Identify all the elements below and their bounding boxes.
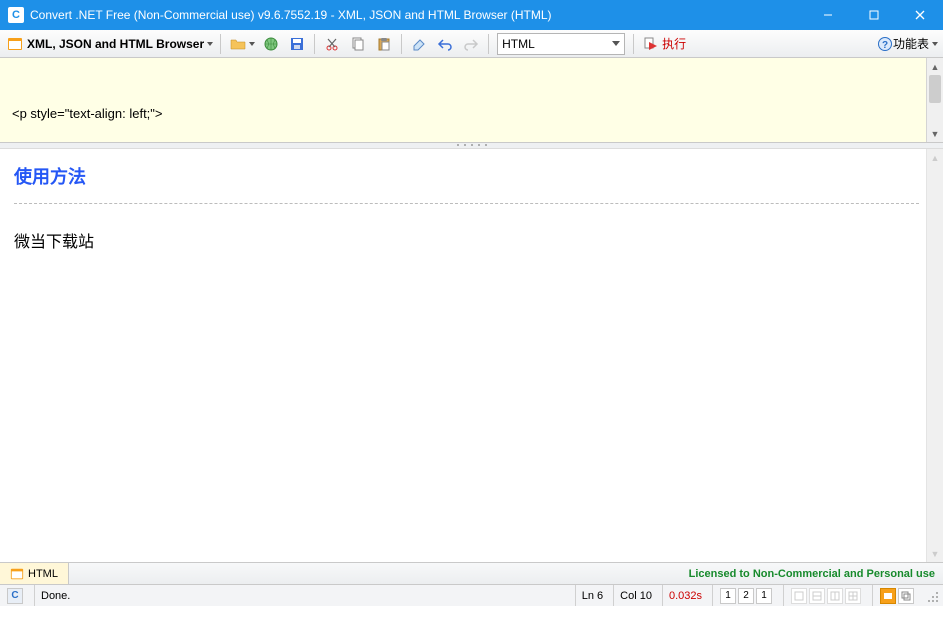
scroll-down-icon[interactable]: ▼ <box>927 125 943 142</box>
globe-icon <box>263 36 279 52</box>
source-code-editor[interactable]: <p style="text-align: left;"> <span styl… <box>0 58 943 143</box>
paste-icon <box>376 36 392 52</box>
divider <box>14 203 919 204</box>
web-button[interactable] <box>258 32 284 56</box>
maximize-button[interactable] <box>851 0 897 30</box>
toggle-1[interactable]: 1 <box>720 588 736 604</box>
app-icon: C <box>8 7 24 23</box>
separator <box>633 34 634 54</box>
format-select-value: HTML <box>502 37 535 51</box>
layout-icon[interactable] <box>827 588 843 604</box>
scroll-up-icon[interactable]: ▲ <box>927 149 943 166</box>
status-line: Ln 6 <box>575 585 609 606</box>
layout-icon[interactable] <box>845 588 861 604</box>
separator <box>401 34 402 54</box>
undo-icon <box>437 36 453 52</box>
browser-mode-dropdown[interactable]: XML, JSON and HTML Browser <box>2 32 216 56</box>
preview-body: 微当下载站 <box>14 228 919 252</box>
copy-button[interactable] <box>345 32 371 56</box>
breadcrumb-label: XML, JSON and HTML Browser <box>27 37 204 51</box>
save-icon <box>289 36 305 52</box>
layout-icon[interactable] <box>809 588 825 604</box>
window-title: Convert .NET Free (Non-Commercial use) v… <box>30 8 805 22</box>
svg-text:?: ? <box>882 40 888 51</box>
layout-icon[interactable] <box>791 588 807 604</box>
redo-icon <box>463 36 479 52</box>
toggle-3[interactable]: 1 <box>756 588 772 604</box>
license-text: Licensed to Non-Commercial and Personal … <box>681 563 943 584</box>
copy-icon <box>350 36 366 52</box>
scroll-down-icon[interactable]: ▼ <box>927 545 943 562</box>
help-icon: ? <box>877 36 893 52</box>
status-done: Done. <box>34 585 76 606</box>
status-elapsed: 0.032s <box>662 585 708 606</box>
menu-button[interactable]: ? 功能表 <box>872 32 941 56</box>
toggle-2[interactable]: 2 <box>738 588 754 604</box>
open-button[interactable] <box>225 32 258 56</box>
close-button[interactable] <box>897 0 943 30</box>
overlay-icon[interactable] <box>898 588 914 604</box>
separator <box>314 34 315 54</box>
run-button[interactable]: 执行 <box>638 32 691 56</box>
save-button[interactable] <box>284 32 310 56</box>
preview-heading: 使用方法 <box>14 163 919 189</box>
title-bar: C Convert .NET Free (Non-Commercial use)… <box>0 0 943 30</box>
separator <box>220 34 221 54</box>
scroll-thumb[interactable] <box>929 75 941 103</box>
html-tab-icon <box>10 567 24 581</box>
status-app-cell: C <box>4 585 30 606</box>
undo-button[interactable] <box>432 32 458 56</box>
toolbar: XML, JSON and HTML Browser <box>0 30 943 58</box>
preview-scrollbar[interactable]: ▲ ▼ <box>926 149 943 562</box>
status-layout-icons <box>783 585 868 606</box>
status-bar: C Done. Ln 6 Col 10 0.032s 1 2 1 <box>0 584 943 606</box>
scroll-up-icon[interactable]: ▲ <box>927 58 943 75</box>
paste-button[interactable] <box>371 32 397 56</box>
separator <box>488 34 489 54</box>
scissors-icon <box>324 36 340 52</box>
minimize-button[interactable] <box>805 0 851 30</box>
clear-button[interactable] <box>406 32 432 56</box>
status-right-icons <box>872 585 921 606</box>
app-status-icon: C <box>7 588 23 604</box>
status-toggles: 1 2 1 <box>712 585 779 606</box>
folder-open-icon <box>230 36 246 52</box>
tab-html[interactable]: HTML <box>0 563 69 584</box>
source-scrollbar[interactable]: ▲ ▼ <box>926 58 943 142</box>
menu-label: 功能表 <box>893 35 929 52</box>
preview-pane: 使用方法 微当下载站 ▲ ▼ <box>0 149 943 562</box>
format-select[interactable]: HTML <box>497 33 625 55</box>
code-line: <p style="text-align: left;"> <box>12 104 919 124</box>
redo-button[interactable] <box>458 32 484 56</box>
resize-grip[interactable] <box>925 589 939 603</box>
highlight-icon[interactable] <box>880 588 896 604</box>
browser-icon <box>7 36 23 52</box>
tab-strip: HTML Licensed to Non-Commercial and Pers… <box>0 562 943 584</box>
eraser-icon <box>411 36 427 52</box>
status-column: Col 10 <box>613 585 658 606</box>
run-icon <box>643 36 659 52</box>
cut-button[interactable] <box>319 32 345 56</box>
tab-label: HTML <box>28 568 58 580</box>
run-label: 执行 <box>662 35 686 52</box>
